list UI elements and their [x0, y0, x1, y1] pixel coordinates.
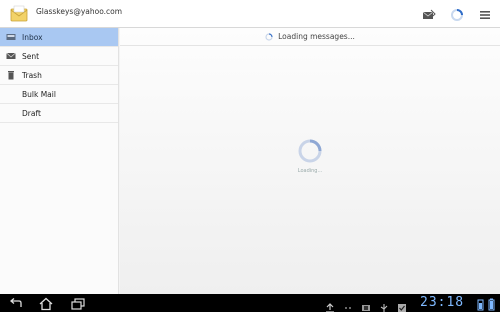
large-spinner-icon [297, 138, 323, 164]
sidebar-item-inbox[interactable]: Inbox [0, 28, 118, 47]
recent-apps-button-icon[interactable] [70, 296, 86, 310]
folder-sidebar: Inbox Sent Trash Bulk Mail Draft [0, 28, 119, 294]
trash-icon [6, 70, 16, 80]
loading-status-row: Loading messages... [120, 28, 500, 46]
sidebar-item-bulk-mail[interactable]: Bulk Mail [0, 85, 118, 104]
account-email[interactable]: Glasskeys@yahoo.com [36, 7, 122, 16]
back-button-icon[interactable] [8, 296, 24, 310]
small-spinner-icon [265, 32, 273, 41]
loading-caption: Loading... [297, 168, 323, 174]
sent-icon [6, 51, 16, 61]
center-loader: Loading... [295, 138, 325, 174]
sidebar-item-label: Trash [22, 70, 42, 80]
compose-icon[interactable] [422, 7, 436, 21]
screenshot-icon[interactable] [361, 298, 371, 311]
sidebar-item-label: Bulk Mail [22, 89, 56, 99]
sidebar-item-sent[interactable]: Sent [0, 47, 118, 66]
top-bar: Glasskeys@yahoo.com [0, 0, 500, 28]
battery-icon [488, 296, 495, 311]
message-list-pane: Loading messages... Loading... [120, 28, 500, 294]
upload-notification-icon[interactable] [325, 298, 335, 312]
sidebar-item-label: Sent [22, 51, 40, 61]
sidebar-item-draft[interactable]: Draft [0, 104, 118, 123]
sidebar-item-trash[interactable]: Trash [0, 66, 118, 85]
checkbox-notification-icon[interactable] [397, 298, 407, 312]
home-button-icon[interactable] [38, 296, 54, 311]
system-nav-bar: 23:18 [0, 294, 500, 312]
menu-icon[interactable] [478, 7, 492, 21]
sidebar-item-label: Draft [22, 108, 41, 118]
envelope-account-icon[interactable] [9, 4, 29, 24]
signal-dots-icon [343, 298, 353, 309]
loading-status-text: Loading messages... [278, 32, 355, 41]
refresh-spinner-icon[interactable] [450, 7, 464, 21]
sidebar-item-label: Inbox [22, 32, 43, 42]
notification-icons [325, 297, 407, 312]
wifi-indicator-icon [477, 296, 484, 311]
usb-icon[interactable] [379, 298, 389, 312]
status-clock: 23:18 [420, 295, 465, 310]
inbox-icon [6, 32, 16, 42]
toolbar-actions [422, 5, 492, 23]
